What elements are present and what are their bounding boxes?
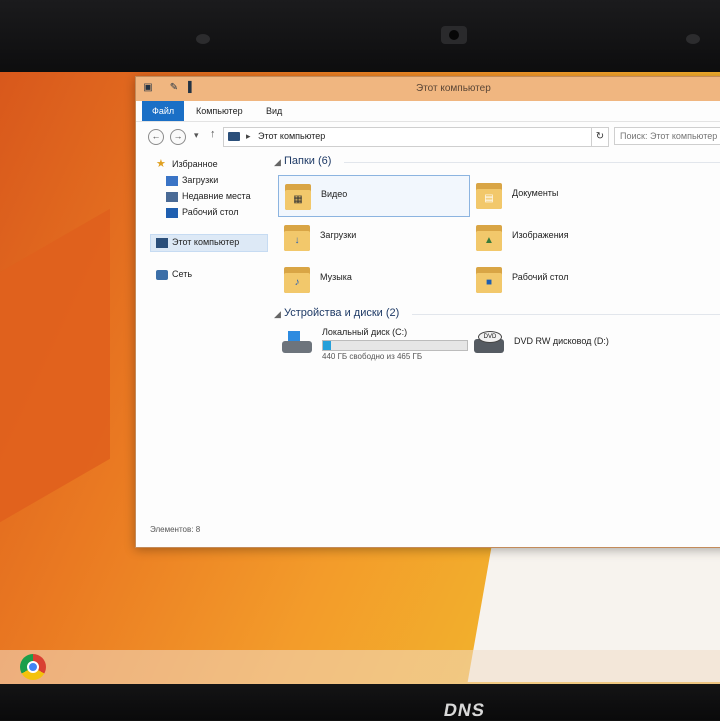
drive-usage-fill <box>323 341 331 350</box>
chevron-right-icon[interactable]: ▸ <box>246 131 251 142</box>
nav-favorites-label: Избранное <box>172 159 218 169</box>
navigation-pane: ★ Избранное Загрузки Недавние места Рабоч… <box>136 151 268 521</box>
folder-label: Видео <box>321 189 348 199</box>
folder-documents[interactable]: ▤ Документы <box>470 175 660 215</box>
window-menu-icon[interactable]: ▣ <box>142 82 154 94</box>
nav-item-recent-places[interactable]: Недавние места <box>166 189 251 203</box>
folder-label: Музыка <box>320 272 352 282</box>
refresh-button[interactable]: ↻ <box>591 127 609 147</box>
folder-pictures[interactable]: ▲ Изображения <box>470 217 660 257</box>
titlebar[interactable]: ▣ ✎ ▐ Этот компьютер <box>136 77 720 101</box>
sensor-right <box>686 34 700 44</box>
folder-desktop[interactable]: ■ Рабочий стол <box>470 259 660 299</box>
star-icon: ★ <box>156 157 166 170</box>
folders-group-header[interactable]: Папки (6) <box>284 155 331 167</box>
nav-item-label: Загрузки <box>182 175 219 185</box>
collapse-icon[interactable]: ◢ <box>274 309 281 320</box>
video-folder-icon: ▦ <box>285 182 311 210</box>
brand-logo: DNS <box>442 700 487 720</box>
computer-icon <box>228 132 240 141</box>
divider <box>344 162 720 163</box>
drive-d[interactable]: DVD DVD RW дисковод (D:) <box>470 325 650 363</box>
window-title: Этот компьютер <box>416 83 491 94</box>
divider <box>412 314 720 315</box>
network-icon <box>156 269 168 280</box>
explorer-window: ▣ ✎ ▐ Этот компьютер ⇖ Файл Компьютер Ви… <box>135 76 720 548</box>
folder-downloads[interactable]: ↓ Загрузки <box>278 217 468 257</box>
search-input[interactable] <box>614 127 720 145</box>
forward-button[interactable]: → <box>170 129 186 145</box>
laptop-bezel-bottom: DNS <box>0 684 720 720</box>
drive-free-space: 440 ГБ свободно из 465 ГБ <box>322 352 423 361</box>
downloads-icon <box>166 175 178 186</box>
devices-group-header[interactable]: Устройства и диски (2) <box>284 307 399 319</box>
tab-computer[interactable]: Компьютер <box>186 101 253 121</box>
address-bar[interactable]: ▸ Этот компьютер ▾ <box>223 127 668 147</box>
status-item-count: Элементов: 8 <box>150 525 201 534</box>
wallpaper-shape <box>0 208 110 546</box>
nav-network-label: Сеть <box>172 269 193 279</box>
ribbon-tabs: Файл Компьютер Вид <box>136 101 720 122</box>
nav-this-pc[interactable]: Этот компьютер <box>156 235 239 249</box>
desktop-folder-icon: ■ <box>476 265 502 293</box>
nav-item-downloads[interactable]: Загрузки <box>166 173 218 187</box>
folder-label: Изображения <box>512 230 569 240</box>
nav-item-desktop[interactable]: Рабочий стол <box>166 205 239 219</box>
recent-locations-icon[interactable]: ▾ <box>194 130 199 141</box>
drive-name: DVD RW дисковод (D:) <box>514 336 609 346</box>
folder-label: Документы <box>512 188 559 198</box>
folder-music[interactable]: ♪ Музыка <box>278 259 468 299</box>
pictures-folder-icon: ▲ <box>476 223 502 251</box>
computer-icon <box>156 237 168 248</box>
up-button[interactable]: ↑ <box>210 128 216 140</box>
documents-folder-icon: ▤ <box>476 181 502 209</box>
nav-this-pc-label: Этот компьютер <box>172 237 240 247</box>
folder-label: Рабочий стол <box>512 272 569 282</box>
music-folder-icon: ♪ <box>284 265 310 293</box>
hdd-icon <box>282 331 312 353</box>
properties-icon[interactable]: ✎ <box>168 82 180 94</box>
drive-usage-bar <box>322 340 468 351</box>
folder-video[interactable]: ▦ Видео <box>278 175 470 217</box>
nav-favorites[interactable]: ★ Избранное <box>156 157 218 171</box>
collapse-icon[interactable]: ◢ <box>274 157 281 168</box>
screen: ▣ ✎ ▐ Этот компьютер ⇖ Файл Компьютер Ви… <box>0 72 720 684</box>
webcam <box>441 26 467 44</box>
tab-file[interactable]: Файл <box>142 101 185 121</box>
content-pane: ◢ Папки (6) ▦ Видео ▤ Документы ↓ Загруз… <box>274 151 720 521</box>
laptop-bezel-top <box>0 0 720 72</box>
drive-c[interactable]: Локальный диск (C:) 440 ГБ свободно из 4… <box>278 325 468 363</box>
address-path[interactable]: Этот компьютер <box>258 131 325 141</box>
nav-network[interactable]: Сеть <box>156 267 192 281</box>
taskbar <box>0 650 720 684</box>
nav-item-label: Рабочий стол <box>182 207 239 217</box>
drive-name: Локальный диск (C:) <box>322 327 408 337</box>
desktop-icon <box>166 207 178 218</box>
chrome-icon[interactable] <box>20 654 46 680</box>
recent-places-icon <box>166 191 178 202</box>
dvd-drive-icon: DVD <box>474 331 504 353</box>
folder-label: Загрузки <box>320 230 357 240</box>
sensor-left <box>196 34 210 44</box>
tab-view[interactable]: Вид <box>256 101 292 121</box>
nav-item-label: Недавние места <box>182 191 251 201</box>
new-folder-icon[interactable]: ▐ <box>182 82 194 94</box>
address-row: ← → ▾ ↑ ▸ Этот компьютер ▾ ↻ <box>136 122 720 150</box>
back-button[interactable]: ← <box>148 129 164 145</box>
downloads-folder-icon: ↓ <box>284 223 310 251</box>
